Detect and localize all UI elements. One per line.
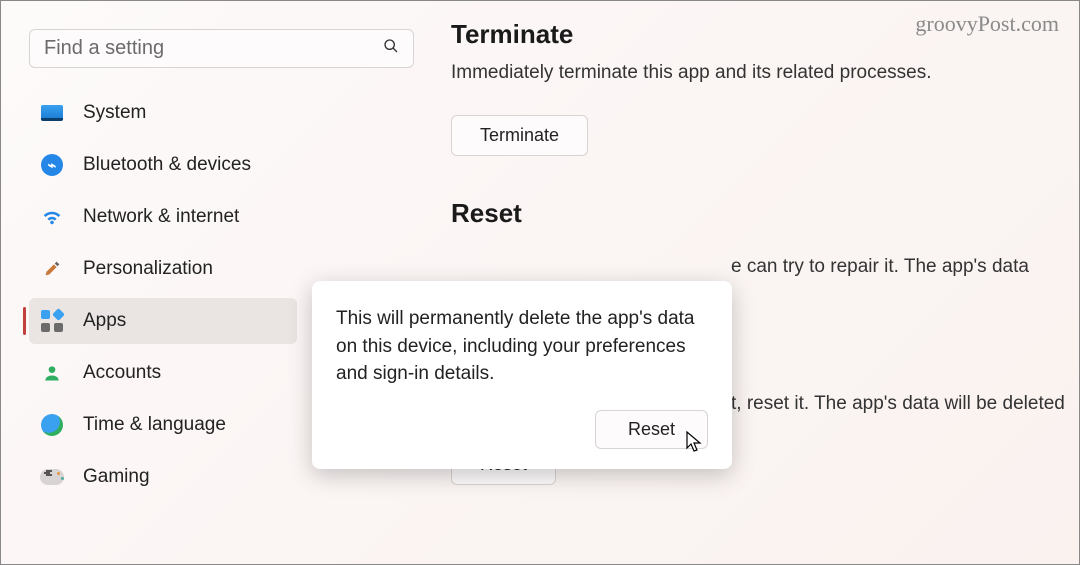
gaming-icon xyxy=(39,464,65,490)
sidebar-item-label: Network & internet xyxy=(83,206,239,228)
reset-partial-text-1: e can try to repair it. The app's data xyxy=(731,253,1065,281)
sidebar-item-personalization[interactable]: Personalization xyxy=(29,246,297,292)
terminate-section: Terminate Immediately terminate this app… xyxy=(451,19,1065,156)
sidebar-item-label: Apps xyxy=(83,310,126,332)
time-icon xyxy=(39,412,65,438)
sidebar-item-label: Personalization xyxy=(83,258,213,280)
sidebar-item-label: Bluetooth & devices xyxy=(83,154,251,176)
sidebar-item-gaming[interactable]: Gaming xyxy=(29,454,297,500)
apps-icon xyxy=(39,308,65,334)
wifi-icon xyxy=(39,204,65,230)
sidebar-item-network[interactable]: Network & internet xyxy=(29,194,297,240)
accounts-icon xyxy=(39,360,65,386)
sidebar-item-bluetooth[interactable]: ⌁ Bluetooth & devices xyxy=(29,142,297,188)
system-icon xyxy=(39,100,65,126)
sidebar-item-time[interactable]: Time & language xyxy=(29,402,297,448)
reset-confirm-popup: This will permanently delete the app's d… xyxy=(312,281,732,469)
watermark: groovyPost.com xyxy=(915,11,1059,37)
terminate-desc: Immediately terminate this app and its r… xyxy=(451,60,1065,87)
sidebar-item-label: Gaming xyxy=(83,466,150,488)
sidebar-item-apps[interactable]: Apps xyxy=(29,298,297,344)
popup-text: This will permanently delete the app's d… xyxy=(336,305,708,388)
sidebar-item-system[interactable]: System xyxy=(29,90,297,136)
reset-title: Reset xyxy=(451,198,1065,229)
sidebar-item-label: Accounts xyxy=(83,362,161,384)
sidebar-item-label: Time & language xyxy=(83,414,226,436)
reset-partial-text-2: t, reset it. The app's data will be dele… xyxy=(731,390,1065,418)
popup-reset-button[interactable]: Reset xyxy=(595,410,708,449)
sidebar-item-accounts[interactable]: Accounts xyxy=(29,350,297,396)
terminate-button[interactable]: Terminate xyxy=(451,115,588,156)
sidebar: System ⌁ Bluetooth & devices Network & i… xyxy=(1,1,311,564)
brush-icon xyxy=(39,256,65,282)
bluetooth-icon: ⌁ xyxy=(39,152,65,178)
sidebar-item-label: System xyxy=(83,102,146,124)
